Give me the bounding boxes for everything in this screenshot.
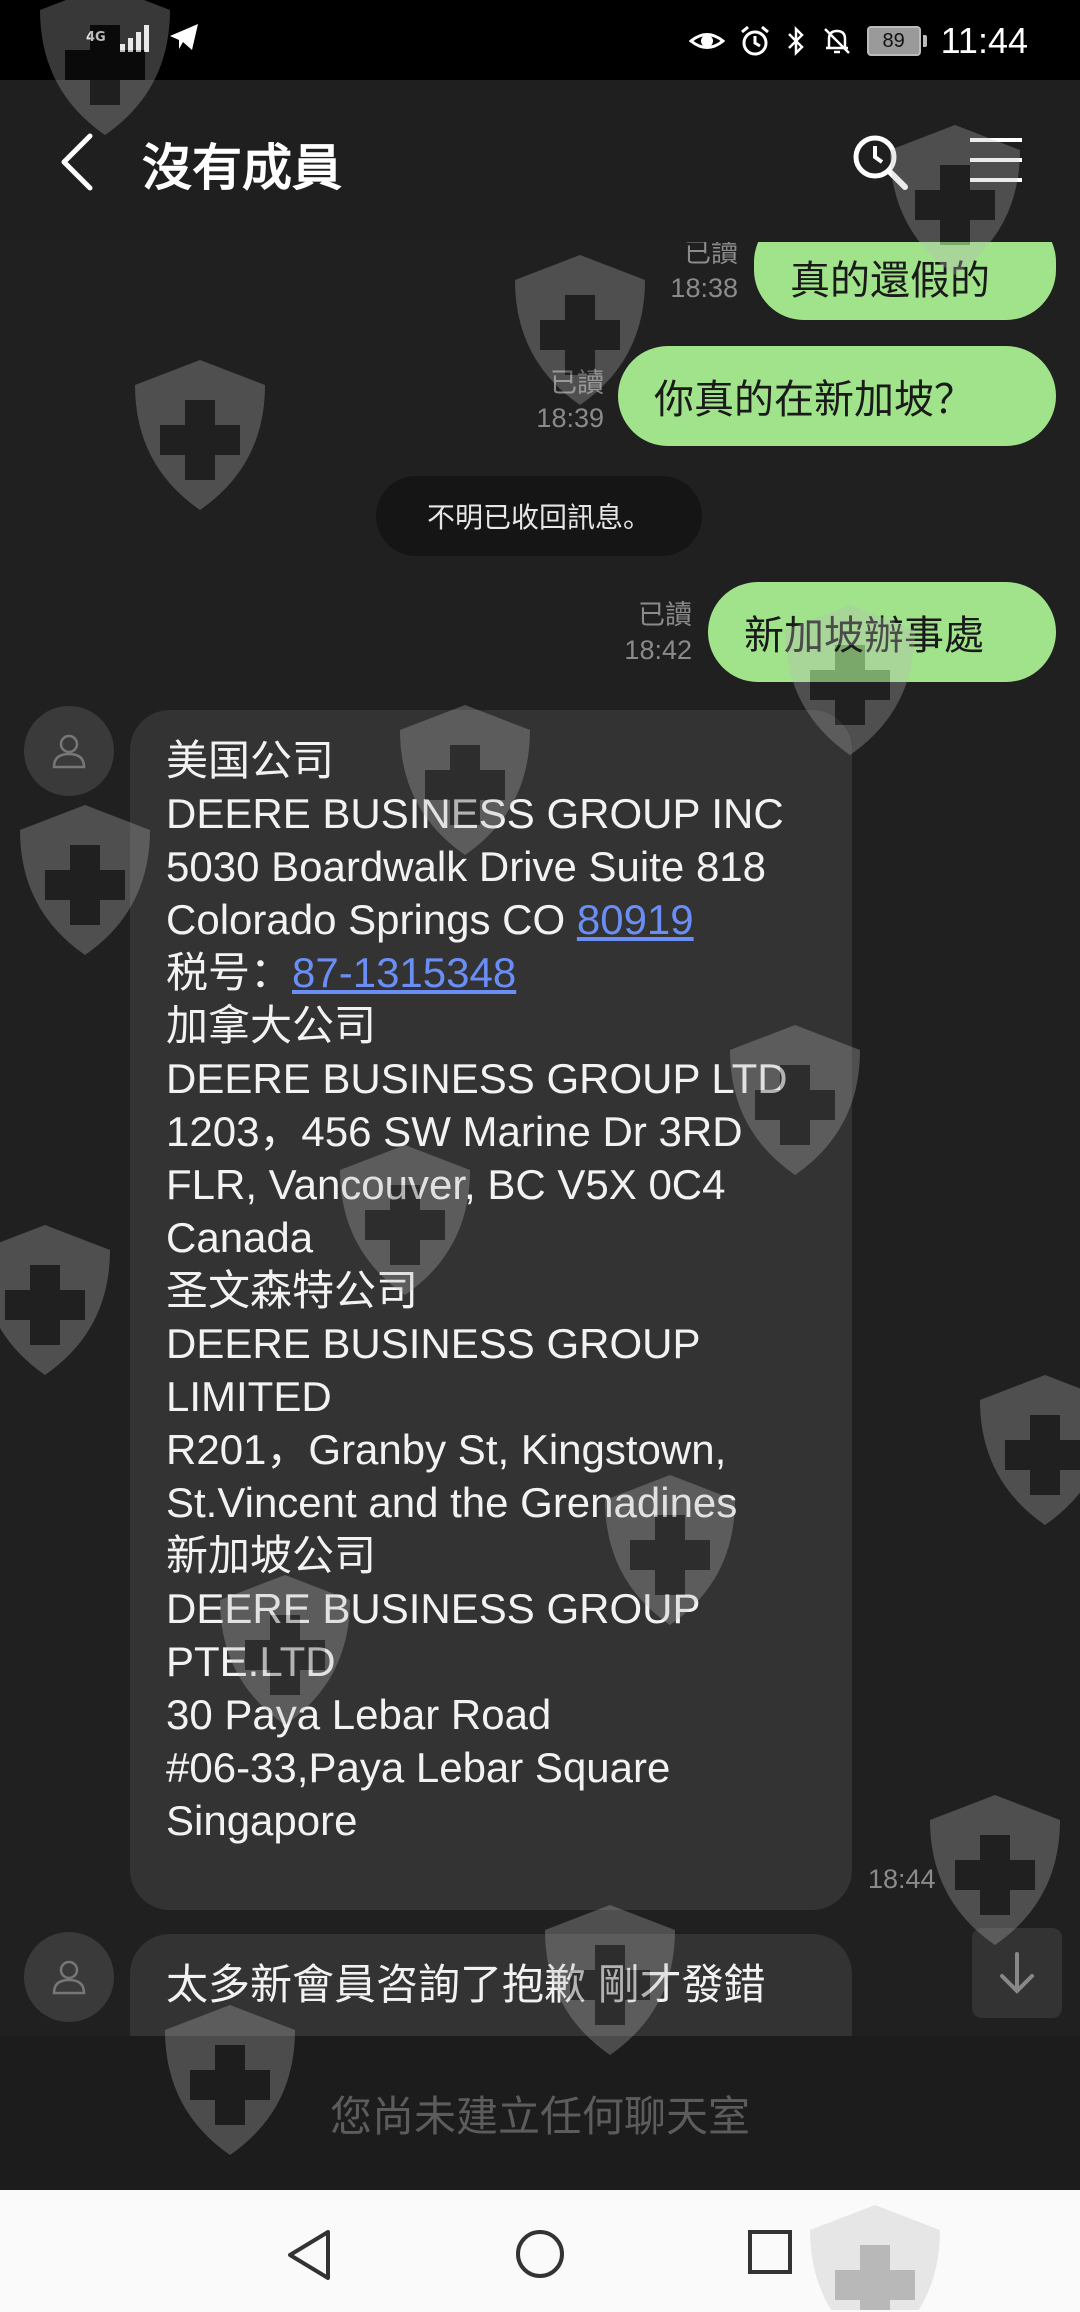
battery-icon: 89 [866,26,927,56]
message-line: 圣文森特公司 [166,1267,419,1314]
message-line: 1203，456 SW Marine Dr 3RD [166,1108,743,1155]
message-line: Singapore [166,1797,358,1844]
eye-icon [688,33,725,49]
nav-home-icon[interactable] [514,2228,566,2280]
message-line: 5030 Boardwalk Drive Suite 818 [166,843,767,890]
signal-icon [119,25,149,52]
mute-bell-icon [823,28,850,54]
message-line: R201，Granby St, Kingstown, [166,1426,727,1473]
outgoing-message[interactable]: 真的還假的 [754,242,1056,320]
nav-back-icon[interactable] [284,2228,334,2282]
message-line: 税号：87-1315348 [166,946,816,999]
incoming-message[interactable]: 美国公司 DEERE BUSINESS GROUP INC 5030 Board… [130,710,852,1910]
recalled-message-notice: 不明已收回訊息。 [376,476,702,556]
outgoing-message[interactable]: 新加坡辦事處 [708,582,1056,682]
message-line: DEERE BUSINESS GROUP LTD [166,1055,788,1102]
message-line: 新加坡公司 [166,1532,377,1579]
message-line: FLR, Vancouver, BC V5X 0C4 [166,1161,726,1208]
message-meta: 已讀 18:42 [560,598,692,668]
arrow-down-icon [1000,1952,1034,1994]
message-line: DEERE BUSINESS GROUP [166,1320,701,1367]
message-line: #06-33,Paya Lebar Square [166,1744,671,1791]
network-type: 4G [86,29,106,45]
message-time: 18:39 [536,403,604,433]
message-line: LIMITED [166,1373,332,1420]
line-text: 税号： [166,949,293,996]
composer-disabled-text: 您尚未建立任何聊天室 [329,2091,750,2141]
back-arrow-icon[interactable] [58,132,98,192]
status-bar: 4G 89 11:44 [0,0,1080,80]
message-text: 真的還假的 [790,258,990,304]
alarm-icon [740,25,769,56]
message-meta: 已讀 18:39 [500,366,604,436]
bluetooth-icon [787,25,804,57]
telegram-icon [169,24,198,50]
message-time: 18:42 [624,635,692,665]
line-text: Colorado Springs CO [166,896,577,943]
tax-id-link[interactable]: 87-1315348 [292,949,516,996]
message-line: 美国公司 [166,737,335,784]
message-line: DEERE BUSINESS GROUP [166,1585,701,1632]
sender-avatar[interactable] [24,706,114,796]
read-receipt: 已讀 [684,242,738,268]
navigation-bar [0,2190,1080,2312]
message-line: 30 Paya Lebar Road [166,1691,552,1738]
message-time: 18:38 [670,273,738,303]
read-receipt: 已讀 [550,368,604,398]
battery-level: 89 [866,26,921,56]
message-line: St.Vincent and the Grenadines [166,1479,738,1526]
status-left: 4G [86,22,200,52]
search-icon[interactable] [850,132,910,192]
zip-code-link[interactable]: 80919 [577,896,694,943]
sender-avatar[interactable] [24,1932,114,2022]
message-line: Canada [166,1214,314,1261]
person-icon [52,734,86,769]
chat-area[interactable]: 已讀 18:38 真的還假的 已讀 18:39 你真的在新加坡？ 不明已收回訊息… [0,242,1080,2036]
chat-header: 沒有成員 [0,80,1080,242]
menu-icon[interactable] [968,136,1024,184]
message-line: 加拿大公司 [166,1002,377,1049]
message-line: PTE.LTD [166,1638,336,1685]
read-receipt: 已讀 [638,600,692,630]
nav-recent-apps-icon[interactable] [746,2228,794,2276]
message-composer: 您尚未建立任何聊天室 [0,2036,1080,2190]
incoming-message[interactable]: 太多新會員咨詢了抱歉 剛才發錯 [130,1934,852,2036]
person-icon [52,1960,86,1995]
chat-title: 沒有成員 [142,139,342,197]
clock: 11:44 [940,20,1028,61]
message-meta: 已讀 18:38 [620,242,738,306]
message-text: 你真的在新加坡？ [654,377,974,423]
message-line: 太多新會員咨詢了抱歉 剛才發錯 [166,1961,766,2008]
message-line: Colorado Springs CO 80919 [166,893,816,946]
outgoing-message[interactable]: 你真的在新加坡？ [618,346,1056,446]
scroll-to-bottom-button[interactable] [972,1928,1062,2018]
status-right: 89 11:44 [688,20,1028,62]
message-text: 新加坡辦事處 [744,613,984,659]
message-line: DEERE BUSINESS GROUP INC [166,790,784,837]
message-time: 18:44 [868,1864,936,1894]
